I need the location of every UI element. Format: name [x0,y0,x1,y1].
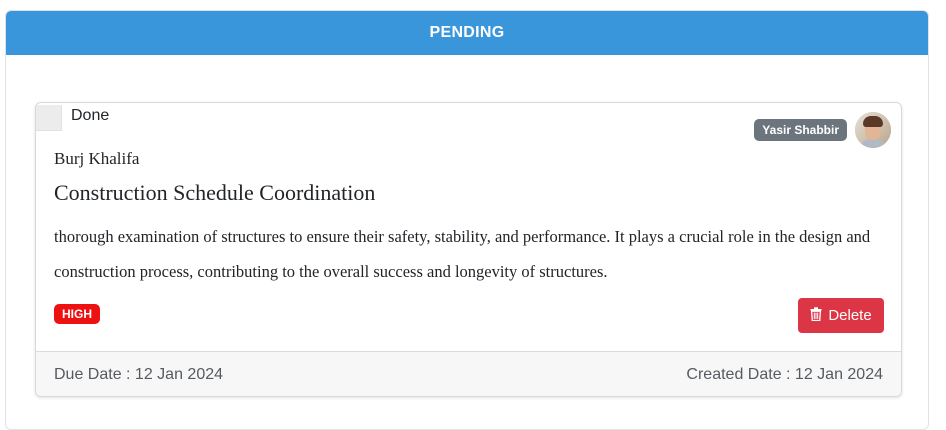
created-date: Created Date : 12 Jan 2024 [686,366,883,383]
avatar [855,112,891,148]
done-checkbox[interactable] [36,105,62,131]
delete-label: Delete [828,307,872,324]
trash-icon [810,306,822,325]
assignee: Yasir Shabbir [754,112,891,148]
due-date: Due Date : 12 Jan 2024 [54,366,224,383]
priority-badge: HIGH [54,304,100,324]
project-name: Burj Khalifa [54,149,140,168]
task-card[interactable]: Done Yasir Shabbir Burj Khalifa Construc… [35,102,902,397]
task-description: thorough examination of structures to en… [54,227,871,281]
pending-column: PENDING Done Yasir Shabbir Burj Khalifa … [5,10,929,430]
task-title: Construction Schedule Coordination [54,180,376,205]
done-label: Done [71,106,110,124]
column-header: PENDING [6,11,928,55]
card-footer: Due Date : 12 Jan 2024 Created Date : 12… [36,351,901,396]
delete-button[interactable]: Delete [798,298,884,333]
column-title: PENDING [429,24,505,41]
done-toggle[interactable]: Done [36,103,109,133]
assignee-badge: Yasir Shabbir [754,119,847,141]
